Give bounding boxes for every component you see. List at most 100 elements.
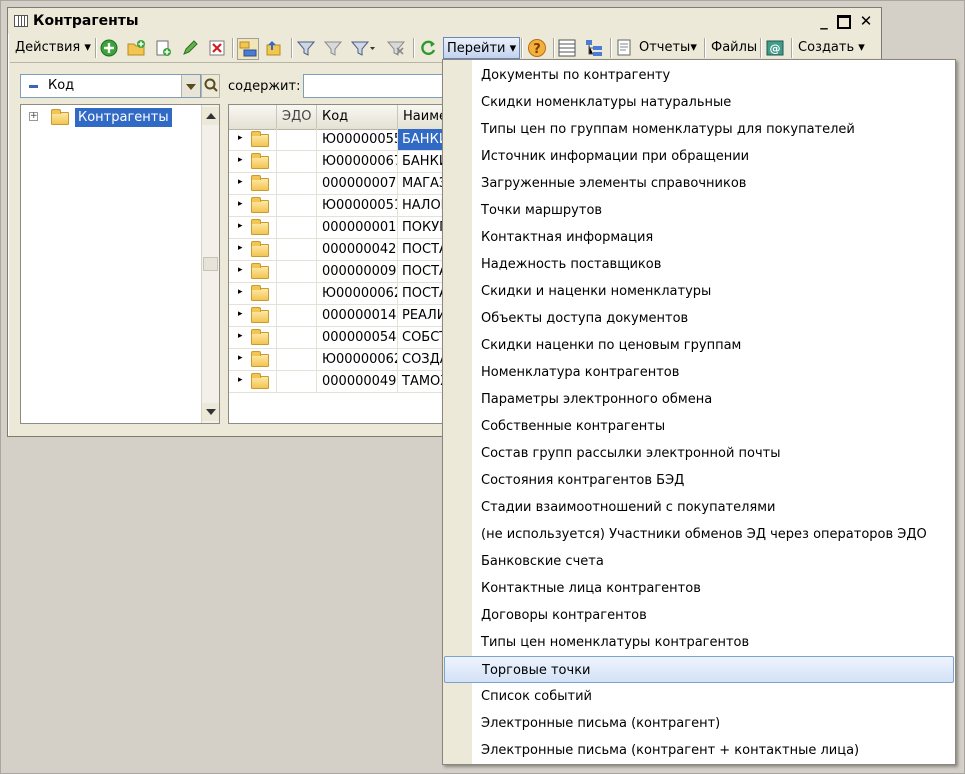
filter-options-icon[interactable] <box>350 38 375 58</box>
expand-toggle-icon[interactable]: + <box>29 112 38 121</box>
table-row[interactable]: ▸ 000000054 СОБСТ <box>229 327 457 349</box>
menu-item[interactable]: Электронные письма (контрагент + контакт… <box>444 737 954 764</box>
menu-item[interactable]: Скидки номенклатуры натуральные <box>444 89 954 116</box>
search-text-input[interactable] <box>303 74 453 98</box>
create-menu-button[interactable]: Создать ▾ <box>795 37 868 59</box>
menu-item[interactable]: Точки маршрутов <box>444 197 954 224</box>
menu-item[interactable]: Банковские счета <box>444 548 954 575</box>
menu-item-label: Торговые точки <box>482 663 591 678</box>
maximize-button[interactable] <box>835 12 853 30</box>
menu-item[interactable]: Документы по контрагенту <box>444 62 954 89</box>
edo-cell <box>277 217 317 238</box>
add-icon[interactable] <box>99 38 119 58</box>
filter-value-icon[interactable] <box>323 38 343 58</box>
tree-root-label[interactable]: Контрагенты <box>75 108 172 127</box>
scroll-down-icon[interactable] <box>202 403 219 421</box>
menu-item[interactable]: Собственные контрагенты <box>444 413 954 440</box>
menu-item[interactable]: Типы цен номенклатуры контрагентов <box>444 629 954 656</box>
column-header-icon[interactable] <box>229 105 277 129</box>
add-folder-icon[interactable] <box>126 38 146 58</box>
menu-item[interactable]: Номенклатура контрагентов <box>444 359 954 386</box>
table-row[interactable]: ▸ Ю00000067 БАНКИ <box>229 151 457 173</box>
level-up-icon[interactable] <box>264 38 284 58</box>
expand-arrow-icon[interactable]: ▸ <box>238 332 243 341</box>
column-header-code[interactable]: Код <box>317 105 398 129</box>
edo-cell <box>277 261 317 282</box>
chevron-down-icon[interactable] <box>181 75 200 97</box>
expand-arrow-icon[interactable]: ▸ <box>238 156 243 165</box>
menu-item[interactable]: (не используется) Участники обменов ЭД ч… <box>444 521 954 548</box>
reports-menu-button[interactable]: Отчеты▾ <box>636 37 700 59</box>
table-row[interactable]: ▸ 000000001 ПОКУП <box>229 217 457 239</box>
menu-item[interactable]: Электронные письма (контрагент) <box>444 710 954 737</box>
table-row[interactable]: ▸ 000000042 ПОСТА <box>229 239 457 261</box>
expand-arrow-icon[interactable]: ▸ <box>238 222 243 231</box>
menu-item-label: Стадии взаимоотношений с покупателями <box>481 500 776 515</box>
scroll-up-icon[interactable] <box>202 107 219 125</box>
row-icon-cell: ▸ <box>229 327 277 348</box>
hierarchy-view-icon[interactable] <box>237 38 259 60</box>
menu-item[interactable]: Контактная информация <box>444 224 954 251</box>
table-row[interactable]: ▸ 000000049 ТАМОЖ <box>229 371 457 393</box>
toolbar-separator <box>760 38 761 58</box>
copy-icon[interactable] <box>153 38 173 58</box>
column-header-edo[interactable]: ЭДО <box>277 105 317 129</box>
expand-arrow-icon[interactable]: ▸ <box>238 288 243 297</box>
minimize-button[interactable]: _ <box>815 12 833 30</box>
search-icon[interactable] <box>201 74 220 98</box>
reports-icon[interactable] <box>615 38 635 58</box>
menu-item[interactable]: Надежность поставщиков <box>444 251 954 278</box>
expand-arrow-icon[interactable]: ▸ <box>238 376 243 385</box>
goto-menu-button[interactable]: Перейти ▾ <box>443 37 521 59</box>
list-view-icon[interactable] <box>557 38 577 58</box>
table-row[interactable]: ▸ Ю00000062 ПОСТА <box>229 283 457 305</box>
folder-icon <box>251 219 269 235</box>
search-field-select[interactable]: Код <box>20 74 201 98</box>
edo-cell <box>277 327 317 348</box>
close-button[interactable]: ✕ <box>857 12 875 30</box>
menu-item[interactable]: Скидки наценки по ценовым группам <box>444 332 954 359</box>
menu-item[interactable]: Типы цен по группам номенклатуры для пок… <box>444 116 954 143</box>
table-row[interactable]: ▸ Ю00000051 НАЛОГ <box>229 195 457 217</box>
menu-item[interactable]: Список событий <box>444 683 954 710</box>
toolbar-separator <box>704 38 705 58</box>
menu-item[interactable]: Состояния контрагентов БЭД <box>444 467 954 494</box>
menu-item[interactable]: Контактные лица контрагентов <box>444 575 954 602</box>
delete-icon[interactable] <box>207 38 227 58</box>
edit-icon[interactable] <box>180 38 200 58</box>
filter-icon[interactable] <box>296 38 316 58</box>
clear-filter-icon[interactable] <box>386 38 406 58</box>
menu-item[interactable]: Объекты доступа документов <box>444 305 954 332</box>
menu-item[interactable]: Скидки и наценки номенклатуры <box>444 278 954 305</box>
menu-item-label: Контактная информация <box>481 230 654 245</box>
expand-arrow-icon[interactable]: ▸ <box>238 178 243 187</box>
table-row[interactable]: ▸ 000000007 МАГАЗ <box>229 173 457 195</box>
expand-arrow-icon[interactable]: ▸ <box>238 266 243 275</box>
menu-item[interactable]: Стадии взаимоотношений с покупателями <box>444 494 954 521</box>
table-row[interactable]: ▸ Ю00000055 БАНКИ <box>229 129 457 151</box>
expand-arrow-icon[interactable]: ▸ <box>238 200 243 209</box>
menu-item[interactable]: Загруженные элементы справочников <box>444 170 954 197</box>
expand-arrow-icon[interactable]: ▸ <box>238 310 243 319</box>
files-button[interactable]: Файлы <box>708 37 760 59</box>
email-icon[interactable]: @ <box>765 38 785 58</box>
toolbar-separator <box>791 38 792 58</box>
scroll-thumb[interactable] <box>203 257 218 271</box>
table-row[interactable]: ▸ Ю00000062 СОЗДА <box>229 349 457 371</box>
table-row[interactable]: ▸ 000000014 РЕАЛИ <box>229 305 457 327</box>
menu-item[interactable]: Параметры электронного обмена <box>444 386 954 413</box>
expand-arrow-icon[interactable]: ▸ <box>238 354 243 363</box>
help-icon[interactable]: ? <box>527 38 547 58</box>
menu-item[interactable]: Договоры контрагентов <box>444 602 954 629</box>
menu-item[interactable]: Источник информации при обращении <box>444 143 954 170</box>
actions-menu-button[interactable]: Действия ▾ <box>12 37 94 59</box>
title-bar[interactable]: Контрагенты _ ✕ <box>8 8 881 34</box>
menu-item[interactable]: Состав групп рассылки электронной почты <box>444 440 954 467</box>
tree-scrollbar[interactable] <box>201 105 219 423</box>
table-row[interactable]: ▸ 000000009 ПОСТА <box>229 261 457 283</box>
menu-item[interactable]: Торговые точки <box>444 656 954 683</box>
expand-arrow-icon[interactable]: ▸ <box>238 134 243 143</box>
refresh-icon[interactable] <box>418 38 438 58</box>
tree-view-icon[interactable] <box>584 38 604 58</box>
expand-arrow-icon[interactable]: ▸ <box>238 244 243 253</box>
